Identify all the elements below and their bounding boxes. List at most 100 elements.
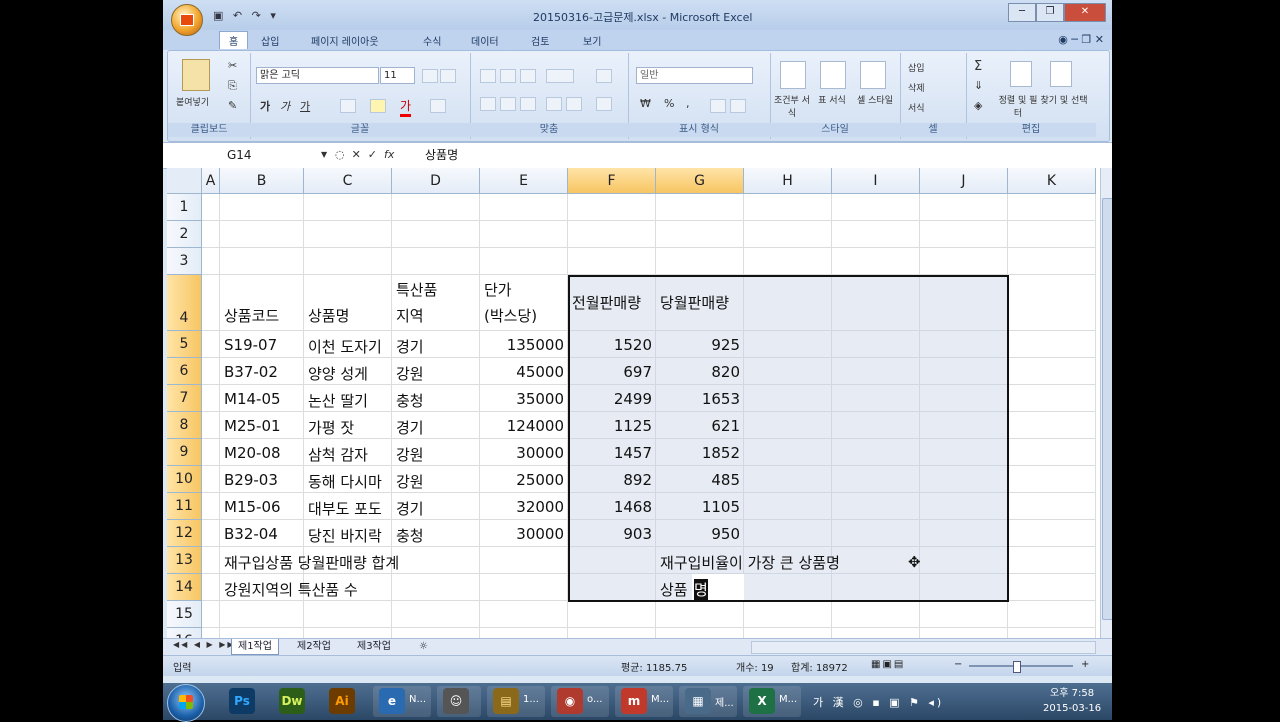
align-top-icon[interactable] [480, 69, 496, 83]
cell[interactable] [392, 574, 480, 601]
system-tray[interactable]: 가 漢 ◎ ▪ ▣ ⚑ ◂) [813, 694, 944, 710]
row-header-14[interactable]: 14 [167, 574, 202, 601]
row-header-1[interactable]: 1 [167, 194, 202, 221]
close-button[interactable]: ✕ [1064, 3, 1106, 22]
cell[interactable] [744, 221, 832, 248]
conditional-format-label[interactable]: 조건부 서식 [772, 93, 812, 119]
cell[interactable] [832, 221, 920, 248]
font-name-box[interactable]: 맑은 고딕 [256, 67, 379, 84]
cell[interactable] [202, 520, 220, 547]
taskbar-app-4[interactable]: ☺ [437, 686, 481, 717]
column-header-d[interactable]: D [392, 168, 480, 194]
column-header-a[interactable]: A [202, 168, 220, 194]
comma-icon[interactable]: , [686, 97, 690, 110]
orientation-icon[interactable] [546, 69, 574, 83]
tab-insert[interactable]: 삽입 [261, 33, 279, 48]
cell[interactable] [220, 601, 304, 628]
decrease-indent-icon[interactable] [546, 97, 562, 111]
tab-home[interactable]: 홈 [219, 31, 249, 49]
quick-access-toolbar[interactable]: ▣ ↶ ↷ ▾ [213, 9, 279, 22]
clear-icon[interactable]: ◈ [974, 99, 982, 112]
sort-filter-label[interactable]: 정렬 및 필터 [996, 93, 1040, 119]
wrap-text-icon[interactable] [596, 69, 612, 83]
cell[interactable] [832, 248, 920, 275]
bold-icon[interactable]: 가 [260, 98, 270, 114]
row-header-11[interactable]: 11 [167, 493, 202, 520]
cell[interactable] [480, 628, 568, 638]
decrease-decimal-icon[interactable] [730, 99, 746, 113]
cell[interactable] [392, 194, 480, 221]
cell[interactable] [220, 628, 304, 638]
select-all-button[interactable] [167, 168, 202, 194]
increase-decimal-icon[interactable] [710, 99, 726, 113]
row-header-13[interactable]: 13 [167, 547, 202, 574]
cell[interactable] [480, 194, 568, 221]
cell[interactable] [1008, 385, 1096, 412]
name-box-dropdown-icon[interactable]: ▼ [321, 146, 327, 164]
cell[interactable] [480, 248, 568, 275]
cell[interactable] [1008, 493, 1096, 520]
cell[interactable] [656, 628, 744, 638]
tab-data[interactable]: 데이터 [471, 33, 499, 48]
cell[interactable] [392, 221, 480, 248]
cell[interactable] [1008, 439, 1096, 466]
cell[interactable] [304, 628, 392, 638]
cell[interactable] [202, 628, 220, 638]
cell[interactable] [568, 221, 656, 248]
row-header-6[interactable]: 6 [167, 358, 202, 385]
number-format-box[interactable]: 일반 [636, 67, 753, 84]
taskbar-app-2[interactable]: Ai [323, 686, 367, 717]
formula-buttons[interactable]: ◌ ✕ ✓ fx [335, 146, 419, 164]
row-header-4[interactable]: 4 [167, 275, 202, 331]
cell[interactable] [1008, 520, 1096, 547]
cell[interactable] [1008, 358, 1096, 385]
align-left-icon[interactable] [480, 97, 496, 111]
zoom-out-button[interactable]: − [954, 659, 962, 670]
sort-filter-icon[interactable] [1010, 61, 1032, 87]
ime-indicator[interactable]: 가 漢 [813, 696, 847, 709]
border-icon[interactable] [340, 99, 356, 113]
view-buttons[interactable]: ▦▣▤ [871, 659, 905, 670]
cell[interactable] [920, 628, 1008, 638]
cell[interactable] [832, 601, 920, 628]
formula-input[interactable]: 상품명 [425, 146, 458, 164]
row-header-15[interactable]: 15 [167, 601, 202, 628]
minimize-button[interactable]: ─ [1008, 3, 1036, 22]
cell[interactable] [568, 628, 656, 638]
row-header-5[interactable]: 5 [167, 331, 202, 358]
cell[interactable] [202, 221, 220, 248]
cell[interactable] [202, 385, 220, 412]
phonetic-icon[interactable] [430, 99, 446, 113]
cell[interactable] [1008, 601, 1096, 628]
cell[interactable] [202, 574, 220, 601]
sheet-tab-1[interactable]: 제1작업 [231, 639, 279, 655]
vertical-scroll-thumb[interactable] [1102, 198, 1112, 620]
cell[interactable] [202, 358, 220, 385]
cell[interactable] [1008, 628, 1096, 638]
name-box[interactable]: G14 [169, 146, 334, 164]
tab-view[interactable]: 보기 [583, 33, 601, 48]
cell-style-icon[interactable] [860, 61, 886, 89]
taskbar-app-6[interactable]: ◉ o... [551, 686, 609, 717]
conditional-format-icon[interactable] [780, 61, 806, 89]
cell[interactable] [656, 194, 744, 221]
cell[interactable] [656, 221, 744, 248]
row-header-3[interactable]: 3 [167, 248, 202, 275]
cell[interactable] [1008, 331, 1096, 358]
cell[interactable] [1008, 412, 1096, 439]
cell[interactable] [202, 547, 220, 574]
cell[interactable] [480, 547, 568, 574]
vertical-scrollbar[interactable] [1100, 168, 1112, 638]
column-header-g[interactable]: G [656, 168, 744, 194]
cell[interactable] [920, 221, 1008, 248]
column-header-h[interactable]: H [744, 168, 832, 194]
cell[interactable] [832, 628, 920, 638]
cell[interactable] [1008, 221, 1096, 248]
cell[interactable] [744, 628, 832, 638]
font-color-icon[interactable]: 가 [400, 97, 412, 117]
fill-color-icon[interactable] [370, 99, 386, 113]
cell[interactable] [568, 194, 656, 221]
tab-formulas[interactable]: 수식 [423, 33, 441, 48]
column-header-e[interactable]: E [480, 168, 568, 194]
cell[interactable] [744, 601, 832, 628]
